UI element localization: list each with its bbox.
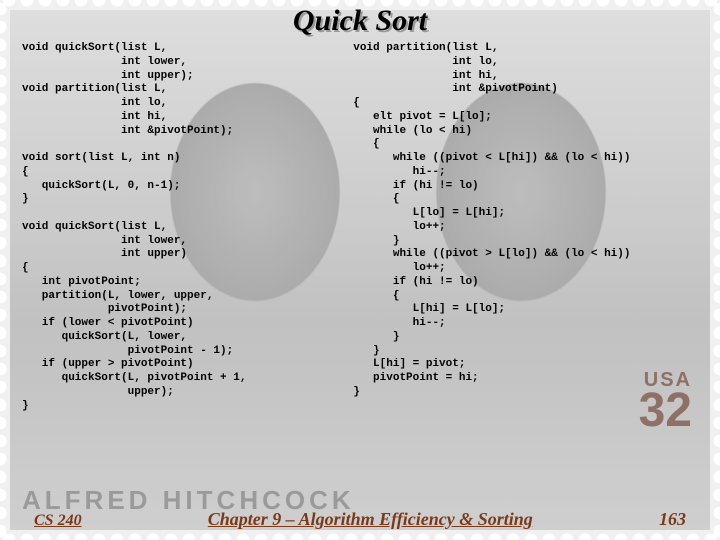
footer-course: CS 240 — [34, 512, 82, 530]
footer-chapter: Chapter 9 – Algorithm Efficiency & Sorti… — [208, 509, 533, 530]
code-right: void partition(list L, int lo, int hi, i… — [353, 42, 698, 498]
slide: ALFRED HITCHCOCK USA 32 Quick Sort void … — [0, 0, 720, 540]
footer-page: 163 — [659, 509, 686, 530]
footer: CS 240 Chapter 9 – Algorithm Efficiency … — [0, 509, 720, 530]
code-left: void quickSort(list L, int lower, int up… — [22, 42, 347, 498]
page-title: Quick Sort — [0, 4, 720, 38]
code-area: void quickSort(list L, int lower, int up… — [22, 42, 698, 498]
